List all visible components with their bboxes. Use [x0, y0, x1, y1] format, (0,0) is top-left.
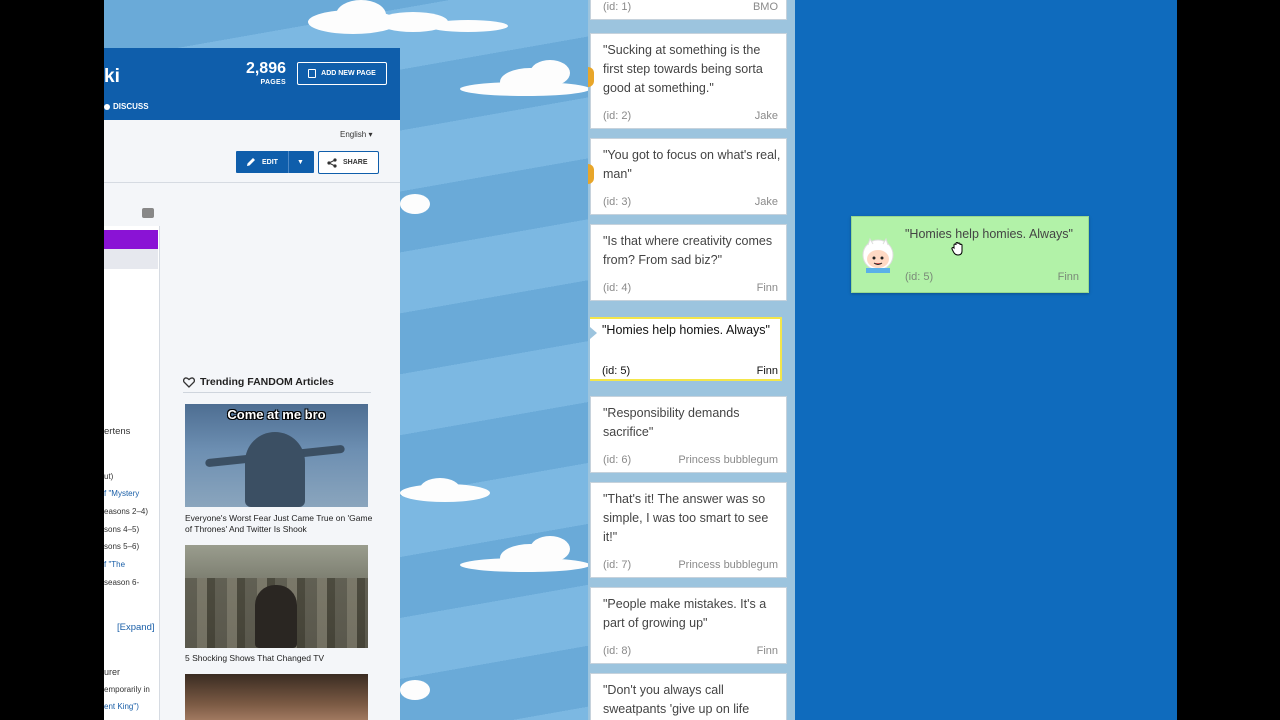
article-title[interactable]: 5 Shocking Shows That Changed TV	[185, 653, 375, 664]
quote-author: Princess bubblegum	[678, 454, 778, 466]
screen: ki 2,896 PAGES ADD NEW PAGE DISCUSS Engl…	[0, 0, 1280, 720]
quote-id: (id: 3)	[603, 196, 632, 208]
share-icon	[327, 157, 337, 168]
discuss-link[interactable]: DISCUSS	[104, 102, 149, 111]
page-icon	[308, 69, 317, 78]
quote-text: "Homies help homies. Always"	[602, 323, 770, 337]
divider	[183, 392, 371, 393]
quote-text: "Is that where creativity comes from? Fr…	[603, 234, 773, 267]
article-title[interactable]: Everyone's Worst Fear Just Came True on …	[185, 513, 375, 535]
quote-id: (id: 5)	[602, 365, 631, 377]
link-fragment[interactable]: ent King")	[104, 702, 139, 711]
quote-text: "Sucking at something is the first step …	[603, 43, 763, 95]
quote-text: "Don't you always call sweatpants 'give …	[603, 683, 750, 716]
quote-card[interactable]: "Sucking at something is the first step …	[590, 33, 787, 129]
quote-author: Jake	[754, 196, 778, 208]
grab-cursor-icon	[951, 242, 963, 256]
divider	[104, 182, 400, 183]
quote-id: (id: 5)	[905, 271, 934, 283]
text-fragment: season 6-	[104, 578, 140, 587]
finn-avatar	[862, 237, 894, 273]
quote-text: "Homies help homies. Always"	[905, 227, 1073, 241]
quote-text: "People make mistakes. It's a part of gr…	[603, 597, 767, 630]
article-thumbnail[interactable]: Come at me bro	[185, 404, 368, 507]
quote-author: Finn	[756, 282, 778, 294]
quote-id: (id: 6)	[603, 454, 632, 466]
discuss-label: DISCUSS	[113, 102, 149, 111]
edit-button[interactable]: EDIT ▼	[236, 151, 314, 173]
quote-list[interactable]: (id: 1) BMO "Sucking at something is the…	[588, 0, 795, 720]
quote-id: (id: 7)	[603, 559, 632, 571]
quote-id: (id: 8)	[603, 645, 632, 657]
text-fragment: ertens	[104, 426, 131, 437]
quote-card[interactable]: "That's it! The answer was so simple, I …	[590, 482, 787, 578]
fandom-heart-icon	[183, 376, 195, 388]
quote-text: "Responsibility demands sacrifice"	[603, 406, 740, 439]
discuss-icon	[104, 103, 110, 110]
expand-link[interactable]: [Expand]	[117, 622, 155, 633]
edit-label: EDIT	[262, 158, 278, 166]
share-label: SHARE	[343, 159, 368, 166]
text-fragment: urer	[104, 667, 121, 677]
quote-card[interactable]: "You got to focus on what's real, man" (…	[590, 138, 787, 215]
quote-card[interactable]: (id: 1) BMO	[590, 0, 787, 20]
quote-author: Finn	[756, 365, 778, 377]
quote-author: Finn	[756, 645, 778, 657]
quote-text: "That's it! The answer was so simple, I …	[603, 492, 769, 544]
share-button[interactable]: SHARE	[318, 151, 379, 174]
cat-icon[interactable]	[142, 208, 154, 218]
drop-area[interactable]	[795, 0, 1177, 720]
text-fragment: easons 2–4)	[104, 507, 149, 516]
trending-title: Trending FANDOM Articles	[200, 376, 334, 388]
article-thumbnail[interactable]	[185, 674, 368, 720]
text-fragment: ut)	[104, 472, 114, 481]
notch	[590, 327, 597, 339]
dragged-quote-card[interactable]: "Homies help homies. Always" (id: 5) Fin…	[851, 216, 1089, 293]
quote-author: Princess bubblegum	[678, 559, 778, 571]
add-new-page-button[interactable]: ADD NEW PAGE	[297, 62, 387, 85]
language-select[interactable]: English ▾	[340, 130, 372, 139]
jake-avatar	[588, 164, 594, 184]
chevron-down-icon[interactable]: ▼	[297, 159, 304, 166]
link-fragment[interactable]: f "Mystery	[104, 489, 139, 498]
divider	[287, 151, 289, 173]
quote-id: (id: 2)	[603, 110, 632, 122]
link-fragment[interactable]: f "The	[104, 560, 125, 569]
drop-placeholder[interactable]: "Homies help homies. Always" (id: 5) Fin…	[590, 317, 782, 381]
quote-author: BMO	[752, 1, 778, 13]
add-new-page-label: ADD NEW PAGE	[321, 70, 376, 77]
quote-card[interactable]: "People make mistakes. It's a part of gr…	[590, 587, 787, 664]
pages-count: 2,896	[245, 60, 286, 77]
quote-id: (id: 1)	[603, 1, 632, 13]
text-fragment: sons 5–6)	[104, 542, 140, 551]
wiki-page: ki 2,896 PAGES ADD NEW PAGE DISCUSS Engl…	[104, 48, 400, 720]
article-thumbnail[interactable]	[185, 545, 368, 648]
quote-id: (id: 4)	[603, 282, 632, 294]
trending-heading: Trending FANDOM Articles	[183, 376, 334, 388]
pencil-icon	[247, 158, 255, 166]
quote-author: Finn	[1057, 271, 1079, 283]
wiki-title[interactable]: ki	[104, 66, 120, 88]
nav-highlight[interactable]	[104, 230, 158, 249]
wiki-header: ki 2,896 PAGES ADD NEW PAGE DISCUSS	[104, 48, 400, 120]
nav-item[interactable]	[104, 249, 158, 269]
text-fragment: sons 4–5)	[104, 525, 140, 534]
text-fragment: emporarily in	[104, 685, 150, 694]
thumbnail-caption: Come at me bro	[227, 407, 326, 422]
quote-card[interactable]: "Don't you always call sweatpants 'give …	[590, 673, 787, 720]
jake-avatar	[588, 67, 594, 87]
quote-author: Jake	[754, 110, 778, 122]
pages-label: PAGES	[260, 79, 286, 86]
quote-text: "You got to focus on what's real, man"	[603, 148, 781, 181]
quote-card[interactable]: "Responsibility demands sacrifice" (id: …	[590, 396, 787, 473]
quote-card[interactable]: "Is that where creativity comes from? Fr…	[590, 224, 787, 301]
